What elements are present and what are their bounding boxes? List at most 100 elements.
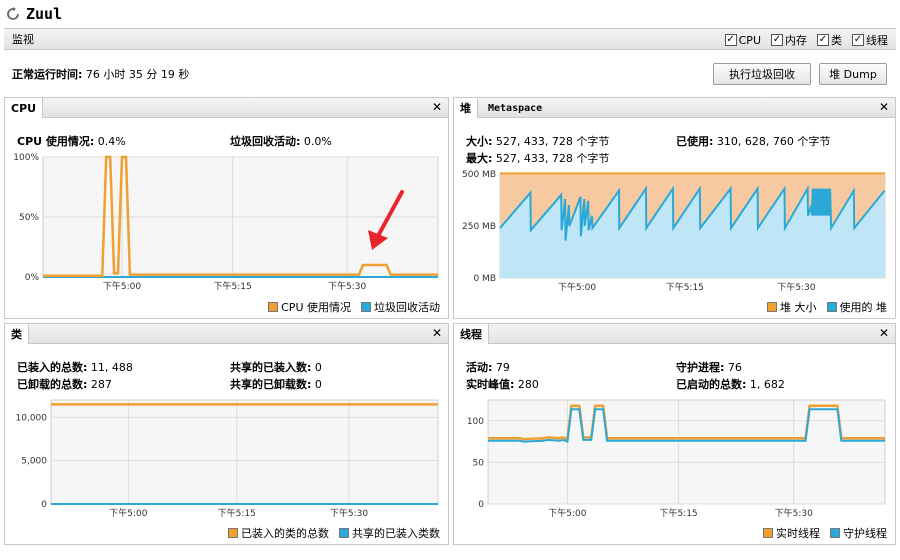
legend-swatch [767,302,777,312]
tab-heap[interactable]: 堆 [454,98,478,118]
legend-heap-size: 堆 大小 [767,299,817,315]
legend-swatch [268,302,279,312]
threads-daemon: 守护进程: 76 [676,361,742,374]
close-icon[interactable]: ✕ [879,100,889,114]
classes-panel-header: 类 ✕ [5,324,448,344]
cpu-panel-header: CPU ✕ [5,98,448,118]
x-tick-label: 下午5:30 [328,280,366,292]
close-icon[interactable]: ✕ [432,326,442,340]
check-icon[interactable]: ✓ [852,34,864,46]
tab-cpu[interactable]: CPU [5,98,44,118]
legend-swatch [228,528,238,538]
monitor-checkboxes: ✓ CPU ✓ 内存 ✓ 类 ✓ 线程 [724,32,888,48]
x-tick-label: 下午5:30 [775,507,813,519]
y-tick-label: 100% [13,153,39,163]
heap-used: 已使用: 310, 628, 760 个字节 [676,135,831,148]
legend-classes-shared: 共享的已装入类数 [339,525,440,541]
x-tick-label: 下午5:15 [218,507,256,519]
heap-dump-button[interactable]: 堆 Dump [819,63,887,85]
classes-panel: 类 ✕ 已装入的总数: 11, 488 已卸载的总数: 287 共享的已装入数:… [4,323,449,545]
uptime-value: 76 小时 35 分 19 秒 [85,68,190,81]
heap-max: 最大: 527, 433, 728 个字节 [466,152,610,165]
checkbox-cpu[interactable]: ✓ CPU [724,32,761,48]
arrow-shaft [376,190,404,238]
checkbox-memory[interactable]: ✓ 内存 [771,32,807,48]
x-tick-label: 下午5:15 [213,280,251,292]
app-title: Zuul [26,5,63,23]
classes-loaded: 已装入的总数: 11, 488 [17,361,133,374]
classes-unloaded: 已卸载的总数: 287 [17,378,112,391]
uptime-label: 正常运行时间: [12,68,83,81]
checkbox-classes[interactable]: ✓ 类 [817,32,842,48]
y-tick-label: 50% [19,213,39,223]
threads-live: 活动: 79 [466,361,510,374]
plot-area [50,399,439,505]
x-tick-label: 下午5:00 [558,281,596,293]
y-tick-label: 5,000 [21,457,47,467]
y-tick-label: 10,000 [16,413,48,423]
threads-panel: 线程 ✕ 活动: 79 实时峰值: 280 守护进程: 76 已启动的总数: 1… [453,323,896,545]
legend-swatch [339,528,349,538]
x-tick-label: 下午5:30 [777,281,815,293]
classes-shared-loaded: 共享的已装入数: 0 [230,361,322,374]
monitor-section-bar: 监视 ✓ CPU ✓ 内存 ✓ 类 ✓ 线程 [4,28,896,50]
cpu-usage: CPU 使用情况: 0.4% [17,135,126,148]
y-tick-label: 0 [41,500,47,510]
y-tick-label: 0% [25,273,40,283]
y-tick-label: 100 [467,417,484,427]
tab-classes[interactable]: 类 [5,324,29,344]
check-icon[interactable]: ✓ [817,34,829,46]
legend-live-threads: 实时线程 [763,525,820,541]
x-tick-label: 下午5:15 [659,507,697,519]
x-tick-label: 下午5:00 [103,280,141,292]
threads-panel-header: 线程 ✕ [454,324,895,344]
classes-chart-svg: 下午5:00 下午5:15 下午5:30 0 5,000 10,000 [16,399,439,519]
classes-shared-unloaded: 共享的已卸载数: 0 [230,378,322,391]
classes-legend: 已装入的类的总数 共享的已装入类数 [228,525,440,541]
y-tick-label: 50 [473,458,485,468]
heap-size: 大小: 527, 433, 728 个字节 [466,135,610,148]
tab-threads[interactable]: 线程 [454,324,489,344]
heap-chart-svg: 下午5:00 下午5:15 下午5:30 0 MB 250 MB 500 MB [462,170,886,293]
checkbox-threads[interactable]: ✓ 线程 [852,32,888,48]
monitor-label: 监视 [12,33,34,46]
heap-panel-header: 堆 Metaspace ✕ [454,98,895,118]
y-tick-label: 0 [478,500,484,510]
legend-swatch [830,528,840,538]
close-icon[interactable]: ✕ [432,100,442,114]
tab-metaspace[interactable]: Metaspace [482,98,548,118]
y-tick-label: 500 MB [462,170,496,180]
legend-gc-activity: 垃圾回收活动 [361,299,440,315]
classes-chart: 下午5:00 下午5:15 下午5:30 0 5,000 10,000 [5,396,448,520]
cpu-legend: CPU 使用情况 垃圾回收活动 [268,299,440,315]
threads-chart-svg: 下午5:00 下午5:15 下午5:30 0 50 100 [467,399,886,519]
plot-area [487,399,886,505]
legend-used-heap: 使用的 堆 [826,299,887,315]
check-icon[interactable]: ✓ [724,34,737,46]
gc-activity: 垃圾回收活动: 0.0% [230,135,332,148]
threads-started: 已启动的总数: 1, 682 [676,378,785,391]
heap-legend: 堆 大小 使用的 堆 [767,299,887,315]
check-icon[interactable]: ✓ [771,34,783,46]
legend-swatch [763,528,773,538]
x-tick-label: 下午5:00 [548,507,586,519]
legend-swatch [361,302,371,312]
annotation-arrow-icon [368,190,404,250]
x-tick-label: 下午5:15 [666,281,704,293]
heap-panel: 堆 Metaspace ✕ 大小: 527, 433, 728 个字节 最大: … [453,97,896,319]
threads-peak: 实时峰值: 280 [466,378,539,391]
legend-cpu-usage: CPU 使用情况 [268,299,351,315]
window-title-bar: Zuul [0,0,900,28]
threads-legend: 实时线程 守护线程 [763,525,887,541]
refresh-icon [7,7,19,20]
threads-chart: 下午5:00 下午5:15 下午5:30 0 50 100 [454,396,895,520]
perform-gc-button[interactable]: 执行垃圾回收 [713,63,811,85]
close-icon[interactable]: ✕ [879,326,889,340]
y-tick-label: 250 MB [462,222,496,232]
legend-swatch [826,302,837,312]
heap-chart: 下午5:00 下午5:15 下午5:30 0 MB 250 MB 500 MB [454,170,895,294]
legend-classes-loaded: 已装入的类的总数 [228,525,329,541]
uptime: 正常运行时间: 76 小时 35 分 19 秒 [12,66,189,82]
y-tick-label: 0 MB [473,274,496,284]
legend-daemon-threads: 守护线程 [830,525,887,541]
